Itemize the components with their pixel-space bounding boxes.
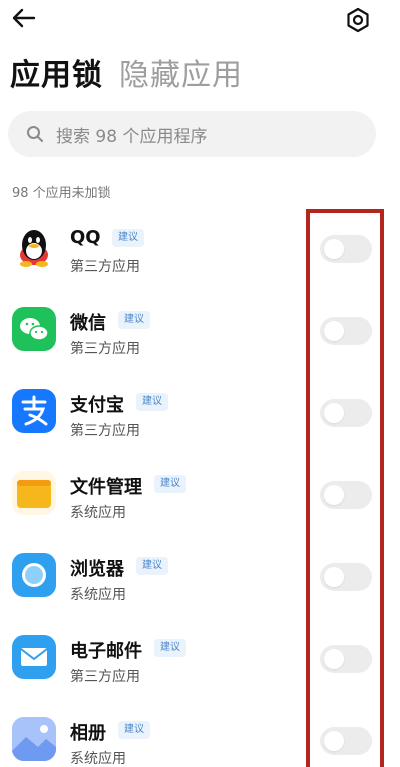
qq-icon	[12, 225, 56, 269]
suggest-badge: 建议	[136, 393, 168, 411]
app-type: 系统应用	[70, 587, 126, 603]
arrow-left-icon	[12, 8, 36, 28]
search-placeholder: 搜索 98 个应用程序	[56, 126, 208, 147]
app-type: 第三方应用	[70, 341, 140, 357]
gallery-icon	[12, 717, 56, 761]
back-button[interactable]	[6, 2, 42, 34]
folder-icon	[12, 471, 56, 515]
suggest-badge: 建议	[112, 229, 144, 247]
app-type: 第三方应用	[70, 423, 140, 439]
browser-icon	[12, 553, 56, 597]
app-lock-screen: 应用锁 隐藏应用 搜索 98 个应用程序 98 个应用未加锁 QQ 建议 第三方…	[0, 0, 400, 767]
app-name: 支付宝	[70, 395, 124, 416]
toggle-highlight-annotation	[306, 209, 384, 767]
suggest-badge: 建议	[154, 639, 186, 657]
suggest-badge: 建议	[154, 475, 186, 493]
app-type: 系统应用	[70, 505, 126, 521]
app-name: 相册	[70, 723, 106, 744]
search-input[interactable]: 搜索 98 个应用程序	[8, 111, 376, 157]
suggest-badge: 建议	[118, 721, 150, 739]
gear-icon	[347, 7, 369, 33]
app-name: 文件管理	[70, 477, 142, 498]
app-name: QQ	[70, 227, 101, 248]
alipay-icon	[12, 389, 56, 433]
tab-bar: 应用锁 隐藏应用	[10, 50, 243, 98]
tab-app-lock[interactable]: 应用锁	[10, 50, 103, 94]
app-type: 第三方应用	[70, 259, 140, 275]
app-name: 浏览器	[70, 559, 124, 580]
suggest-badge: 建议	[136, 557, 168, 575]
suggest-badge: 建议	[118, 311, 150, 329]
app-type: 第三方应用	[70, 669, 140, 685]
mail-icon	[12, 635, 56, 679]
app-name: 微信	[70, 313, 106, 334]
unlocked-count-label: 98 个应用未加锁	[12, 186, 111, 201]
tab-hidden-apps[interactable]: 隐藏应用	[119, 50, 243, 94]
app-type: 系统应用	[70, 751, 126, 767]
settings-button[interactable]	[342, 4, 374, 36]
wechat-icon	[12, 307, 56, 351]
app-name: 电子邮件	[70, 641, 142, 662]
search-icon	[27, 126, 43, 142]
